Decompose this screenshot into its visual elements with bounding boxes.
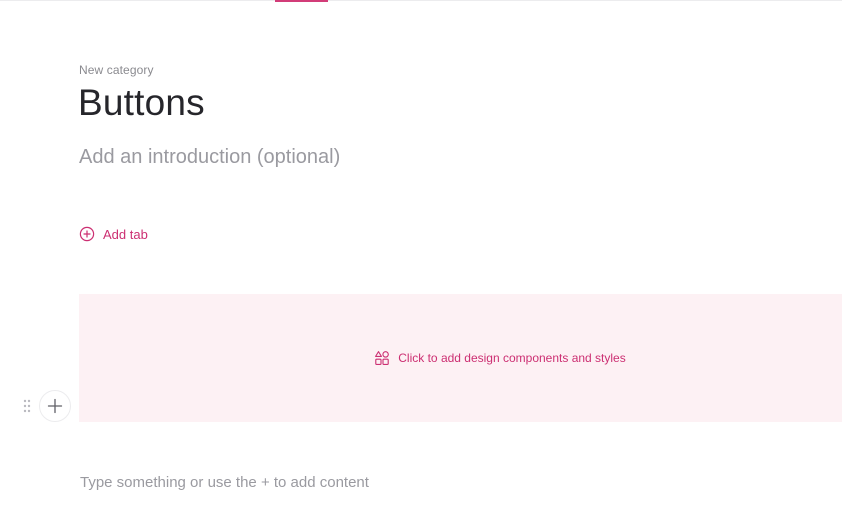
active-tab-indicator (275, 0, 328, 2)
plus-icon (47, 398, 63, 414)
top-divider (0, 0, 842, 1)
components-icon (375, 351, 390, 365)
drag-handle-icon[interactable] (22, 398, 32, 414)
add-block-button[interactable] (39, 390, 71, 422)
design-components-block[interactable]: Click to add design components and style… (79, 294, 842, 422)
page: New category Buttons Add an introduction… (0, 0, 842, 520)
introduction-placeholder[interactable]: Add an introduction (optional) (79, 146, 340, 169)
add-tab-label: Add tab (103, 226, 148, 242)
add-tab-button[interactable]: Add tab (79, 226, 148, 242)
plus-circle-icon (79, 226, 95, 242)
add-components-label: Click to add design components and style… (398, 351, 626, 365)
page-title[interactable]: Buttons (78, 82, 205, 124)
category-label[interactable]: New category (79, 63, 154, 77)
content-placeholder[interactable]: Type something or use the + to add conte… (80, 474, 369, 491)
add-components-link[interactable]: Click to add design components and style… (374, 350, 626, 366)
